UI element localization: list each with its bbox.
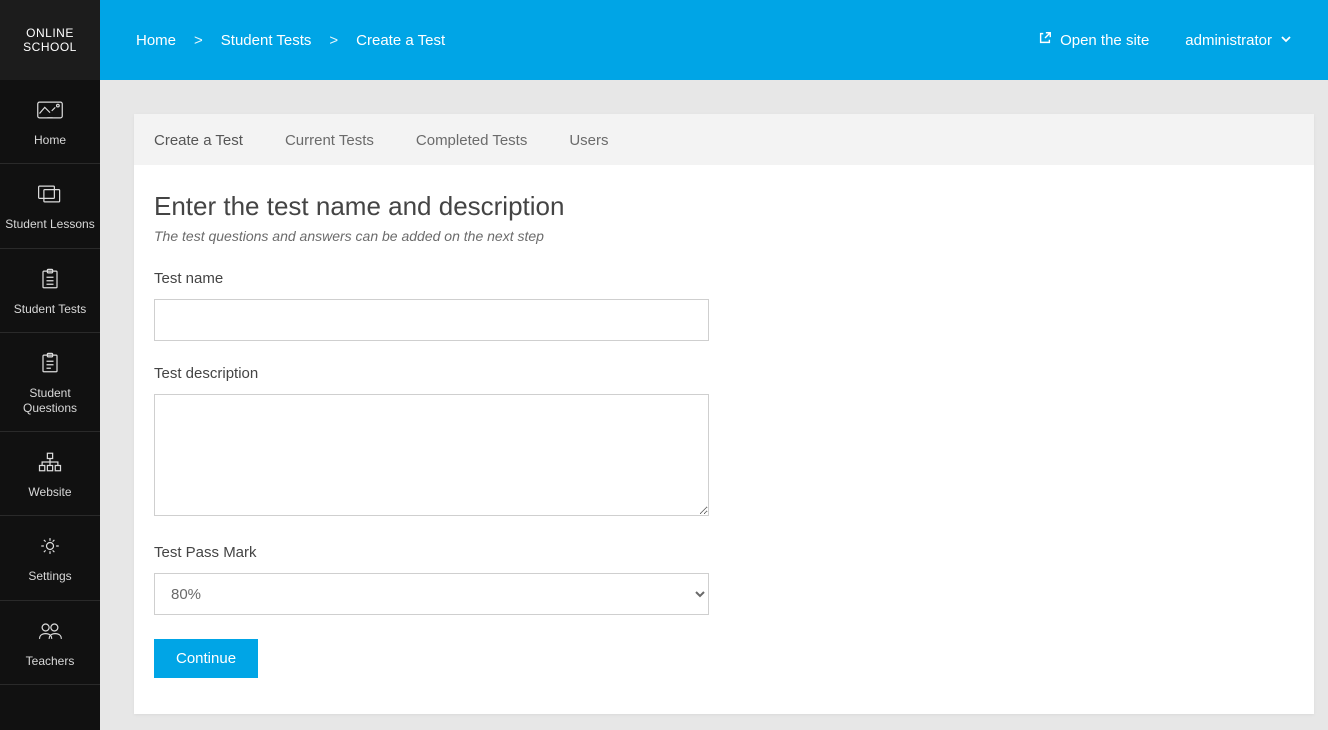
sidebar-item-label: Student Questions (4, 386, 96, 415)
open-site-link[interactable]: Open the site (1038, 31, 1149, 49)
continue-button[interactable]: Continue (154, 639, 258, 678)
main-panel: Create a Test Current Tests Completed Te… (134, 114, 1314, 714)
test-name-label: Test name (154, 270, 844, 287)
tab-current-tests[interactable]: Current Tests (285, 132, 374, 149)
gear-icon (36, 534, 64, 562)
test-description-input[interactable] (154, 394, 709, 516)
sidebar-item-label: Settings (28, 569, 71, 583)
teachers-icon (36, 619, 64, 647)
sidebar-item-label: Student Lessons (5, 217, 94, 231)
tab-create-test[interactable]: Create a Test (154, 132, 243, 149)
page-title: Enter the test name and description (154, 191, 844, 222)
brand-logo: ONLINE SCHOOL (0, 0, 100, 80)
page-subtitle: The test questions and answers can be ad… (154, 228, 844, 244)
questions-icon (36, 351, 64, 379)
sidebar-item-settings[interactable]: Settings (0, 516, 100, 600)
breadcrumb-tests[interactable]: Student Tests (221, 32, 312, 49)
tab-completed-tests[interactable]: Completed Tests (416, 132, 527, 149)
sidebar-item-label: Teachers (26, 654, 75, 668)
brand-line2: SCHOOL (23, 40, 77, 54)
tab-bar: Create a Test Current Tests Completed Te… (134, 114, 1314, 165)
test-name-input[interactable] (154, 299, 709, 341)
external-link-icon (1038, 31, 1052, 49)
breadcrumb-sep: > (329, 32, 338, 49)
breadcrumb-current: Create a Test (356, 32, 445, 49)
sidebar-item-label: Student Tests (14, 302, 87, 316)
home-icon (36, 98, 64, 126)
user-name: administrator (1185, 32, 1272, 49)
tab-users[interactable]: Users (569, 132, 608, 149)
sidebar-item-home[interactable]: Home (0, 80, 100, 164)
sidebar-item-student-questions[interactable]: Student Questions (0, 333, 100, 432)
brand-line1: ONLINE (23, 26, 77, 40)
chevron-down-icon (1280, 32, 1292, 49)
tests-icon (36, 267, 64, 295)
topbar: Home > Student Tests > Create a Test Ope… (100, 0, 1328, 80)
open-site-label: Open the site (1060, 32, 1149, 49)
pass-mark-label: Test Pass Mark (154, 544, 844, 561)
sidebar-item-student-tests[interactable]: Student Tests (0, 249, 100, 333)
sidebar-item-label: Website (28, 485, 71, 499)
sidebar: ONLINE SCHOOL Home Student Lessons Stude… (0, 0, 100, 730)
website-icon (36, 450, 64, 478)
breadcrumb-home[interactable]: Home (136, 32, 176, 49)
lessons-icon (36, 182, 64, 210)
test-description-label: Test description (154, 365, 844, 382)
breadcrumb-sep: > (194, 32, 203, 49)
breadcrumb: Home > Student Tests > Create a Test (136, 32, 445, 49)
user-menu[interactable]: administrator (1185, 32, 1292, 49)
sidebar-item-label: Home (34, 133, 66, 147)
sidebar-item-student-lessons[interactable]: Student Lessons (0, 164, 100, 248)
pass-mark-select[interactable]: 80% (154, 573, 709, 615)
sidebar-item-website[interactable]: Website (0, 432, 100, 516)
sidebar-item-teachers[interactable]: Teachers (0, 601, 100, 685)
